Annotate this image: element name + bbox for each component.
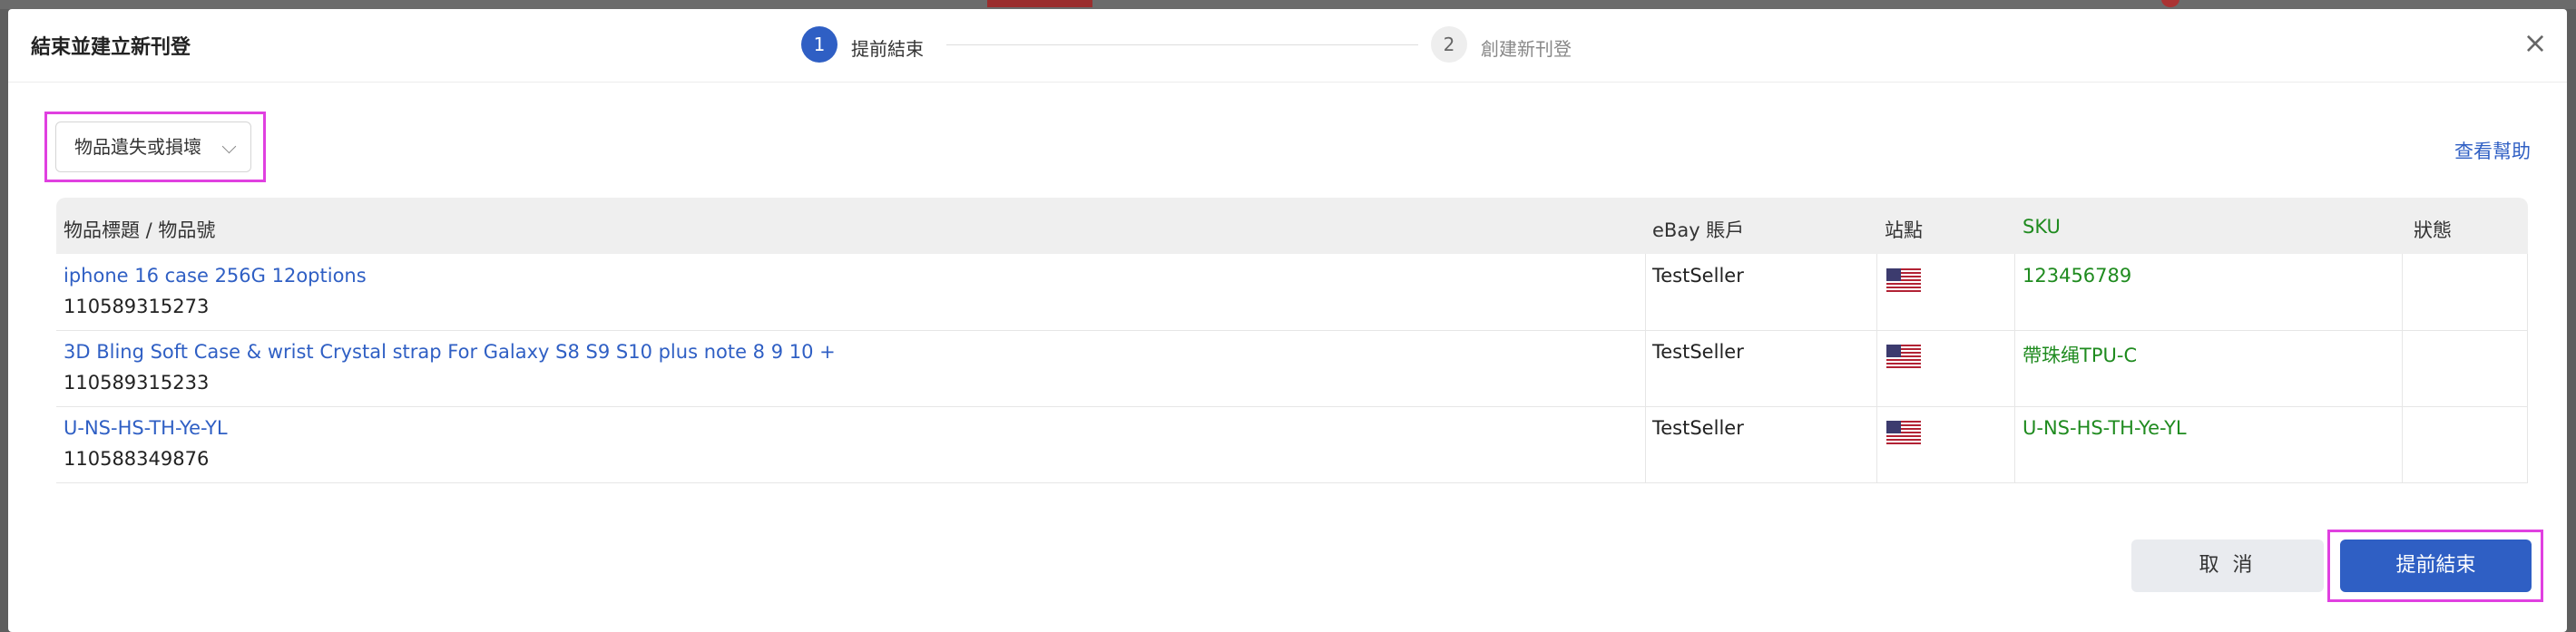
step-2-label: 創建新刊登: [1481, 38, 1572, 60]
column-divider: [1645, 254, 1646, 330]
table-header: 物品標題 / 物品號 eBay 賬戶 站點 SKU 狀態: [56, 198, 2528, 254]
column-divider: [2014, 406, 2015, 482]
background-active-tab: [987, 0, 1092, 7]
item-title-link[interactable]: iphone 16 case 256G 12options: [64, 265, 367, 287]
ebay-account: TestSeller: [1652, 417, 1744, 439]
end-reason-value: 物品遺失或損壞: [74, 136, 201, 158]
us-flag-icon: [1886, 268, 1921, 292]
dialog-title: 結束並建立新刊登: [31, 36, 191, 59]
header-title: 物品標題 / 物品號: [64, 219, 216, 241]
column-divider: [2402, 254, 2403, 330]
column-divider: [1876, 406, 1877, 482]
dialog-header: 結束並建立新刊登 1 提前結束 2 創建新刊登 ×: [8, 9, 2567, 83]
column-divider: [2527, 254, 2528, 330]
column-divider: [1645, 330, 1646, 406]
step-2-number: 2: [1431, 26, 1467, 63]
cancel-button[interactable]: 取 消: [2131, 540, 2324, 592]
column-divider: [2014, 254, 2015, 330]
sku-value: 123456789: [2023, 265, 2132, 287]
header-site: 站點: [1885, 219, 1923, 241]
step-indicator: 1 提前結束 2 創建新刊登: [801, 25, 1600, 65]
step-1-label: 提前結束: [851, 38, 924, 60]
sku-value: U-NS-HS-TH-Ye-YL: [2023, 417, 2187, 439]
column-divider: [2402, 330, 2403, 406]
table-row: iphone 16 case 256G 12options 1105893152…: [56, 254, 2528, 331]
end-early-button[interactable]: 提前結束: [2340, 540, 2532, 592]
ebay-account: TestSeller: [1652, 341, 1744, 363]
ebay-account: TestSeller: [1652, 265, 1744, 287]
item-title-link[interactable]: 3D Bling Soft Case & wrist Crystal strap…: [64, 341, 836, 363]
column-divider: [2014, 330, 2015, 406]
close-icon[interactable]: ×: [2522, 28, 2549, 57]
background-app-bar: [0, 0, 2576, 9]
chevron-down-icon: [221, 139, 237, 154]
column-divider: [2527, 330, 2528, 406]
table-row: 3D Bling Soft Case & wrist Crystal strap…: [56, 330, 2528, 407]
step-1-number: 1: [801, 26, 837, 63]
help-link[interactable]: 查看幫助: [2454, 137, 2531, 164]
header-status: 狀態: [2414, 219, 2452, 241]
column-divider: [2527, 406, 2528, 482]
column-divider: [1645, 406, 1646, 482]
item-id: 110589315273: [64, 296, 210, 317]
end-and-relist-dialog: 結束並建立新刊登 1 提前結束 2 創建新刊登 × 物品遺失或損壞 查看幫助 物…: [8, 9, 2567, 632]
column-divider: [2402, 406, 2403, 482]
step-connector: [946, 44, 1418, 45]
column-divider: [1876, 330, 1877, 406]
item-title-link[interactable]: U-NS-HS-TH-Ye-YL: [64, 417, 228, 439]
end-reason-select[interactable]: 物品遺失或損壞: [55, 122, 251, 172]
us-flag-icon: [1886, 421, 1921, 444]
header-account: eBay 賬戶: [1652, 219, 1745, 241]
sku-value: 帶珠绳TPU-C: [2023, 345, 2138, 366]
item-id: 110588349876: [64, 448, 210, 470]
column-divider: [1876, 254, 1877, 330]
table-row: U-NS-HS-TH-Ye-YL 110588349876 TestSeller…: [56, 406, 2528, 483]
item-id: 110589315233: [64, 372, 210, 394]
us-flag-icon: [1886, 345, 1921, 368]
header-sku: SKU: [2023, 216, 2061, 238]
